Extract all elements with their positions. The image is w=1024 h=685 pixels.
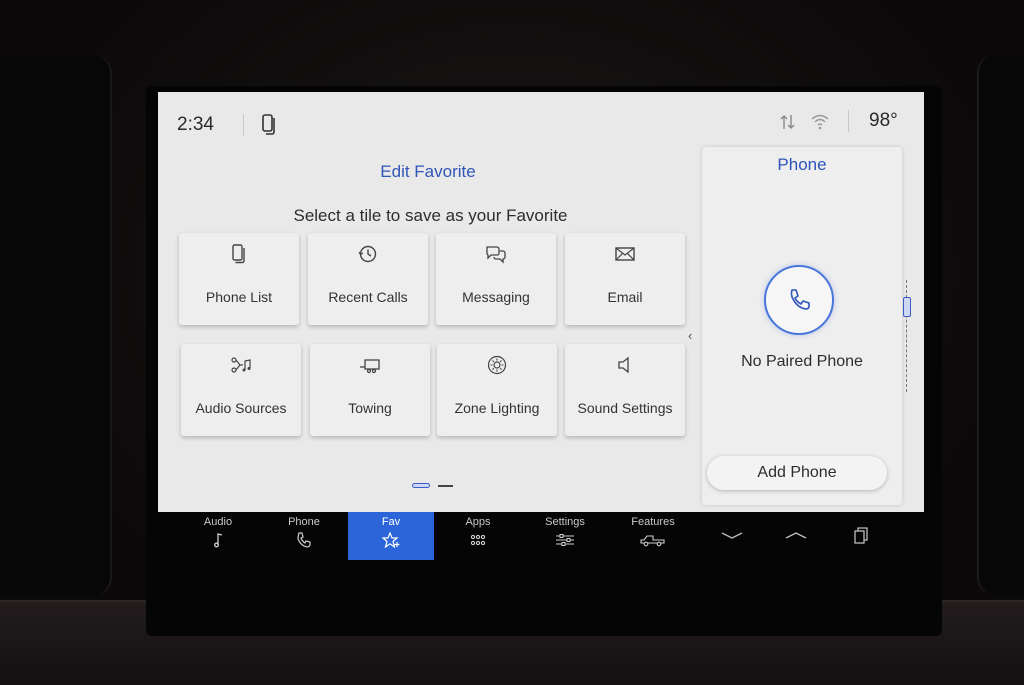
page-dot-active: [412, 483, 430, 488]
tile-phone-list[interactable]: Phone List: [179, 233, 299, 325]
data-transfer-icon: [780, 115, 795, 129]
page-title: Edit Favorite: [380, 162, 476, 181]
star-icon: [381, 532, 400, 548]
page-subtitle: Select a tile to save as your Favorite: [293, 206, 568, 225]
email-icon: [615, 247, 635, 261]
recent-apps-icon[interactable]: [846, 526, 874, 546]
tile-label: Recent Calls: [328, 289, 408, 305]
tile-sound-settings[interactable]: Sound Settings: [565, 344, 685, 436]
towing-icon: [360, 359, 380, 374]
tile-label: Zone Lighting: [454, 400, 540, 416]
nav-settings[interactable]: Settings: [522, 512, 608, 560]
tile-label: Audio Sources: [195, 400, 287, 416]
wifi-icon: [811, 114, 829, 130]
tile-audio-sources[interactable]: Audio Sources: [181, 344, 301, 436]
apps-grid-icon: [470, 534, 486, 546]
audio-sources-icon: [231, 357, 251, 373]
sound-settings-icon: [618, 356, 629, 374]
nav-phone[interactable]: Phone: [261, 512, 347, 560]
status-divider: [848, 110, 849, 132]
phone-icon: [790, 289, 810, 310]
chevron-down-icon[interactable]: [718, 526, 746, 546]
truck-icon: [640, 535, 665, 547]
phone-call-button[interactable]: [764, 265, 834, 335]
infotainment-screen: 2:34 98° Edit Favorite Select a tile to …: [158, 92, 924, 512]
tile-email[interactable]: Email: [565, 233, 685, 325]
status-divider: [243, 114, 244, 136]
messaging-icon: [486, 246, 506, 264]
nav-features[interactable]: Features: [610, 512, 696, 560]
nav-audio[interactable]: Audio: [175, 512, 261, 560]
panel-collapse-arrow[interactable]: ‹: [688, 328, 692, 343]
phone-icon: [297, 532, 311, 548]
phone-panel: Phone No Paired Phone Add Phone: [702, 147, 902, 505]
music-note-icon: [214, 533, 223, 548]
nav-label: Audio: [203, 516, 233, 528]
outside-temperature: 98°: [869, 110, 898, 131]
phone-panel-title[interactable]: Phone: [702, 155, 902, 175]
nav-apps[interactable]: Apps: [435, 512, 521, 560]
recent-calls-icon: [358, 245, 377, 263]
nav-label: Phone: [288, 516, 320, 528]
bottom-navigation-bar: Audio Phone Fav Apps Settings Features: [158, 512, 924, 562]
right-air-vent: [977, 55, 1024, 595]
nav-label: Fav: [381, 516, 401, 528]
page-dot: [438, 485, 453, 487]
nav-label: Settings: [545, 516, 585, 528]
tile-label: Towing: [348, 400, 392, 416]
nav-fav[interactable]: Fav: [348, 512, 434, 560]
tile-label: Phone List: [205, 289, 273, 305]
phone-status-text: No Paired Phone: [741, 353, 863, 370]
add-phone-button[interactable]: Add Phone: [707, 456, 887, 490]
tile-zone-lighting[interactable]: Zone Lighting: [437, 344, 557, 436]
tile-recent-calls[interactable]: Recent Calls: [308, 233, 428, 325]
scrollbar-thumb[interactable]: [903, 297, 911, 317]
chevron-up-icon[interactable]: [782, 526, 810, 546]
phone-connection-icon: [262, 114, 275, 135]
zone-lighting-icon: [487, 355, 507, 375]
status-time: 2:34: [177, 114, 214, 135]
tile-label: Email: [607, 289, 643, 305]
nav-label: Apps: [465, 516, 491, 528]
tile-towing[interactable]: Towing: [310, 344, 430, 436]
nav-label: Features: [631, 516, 675, 528]
tile-label: Messaging: [462, 289, 530, 305]
tile-messaging[interactable]: Messaging: [436, 233, 556, 325]
phone-list-icon: [232, 244, 245, 264]
tile-label: Sound Settings: [577, 400, 673, 416]
left-air-vent: [0, 55, 112, 595]
settings-sliders-icon: [556, 534, 574, 546]
